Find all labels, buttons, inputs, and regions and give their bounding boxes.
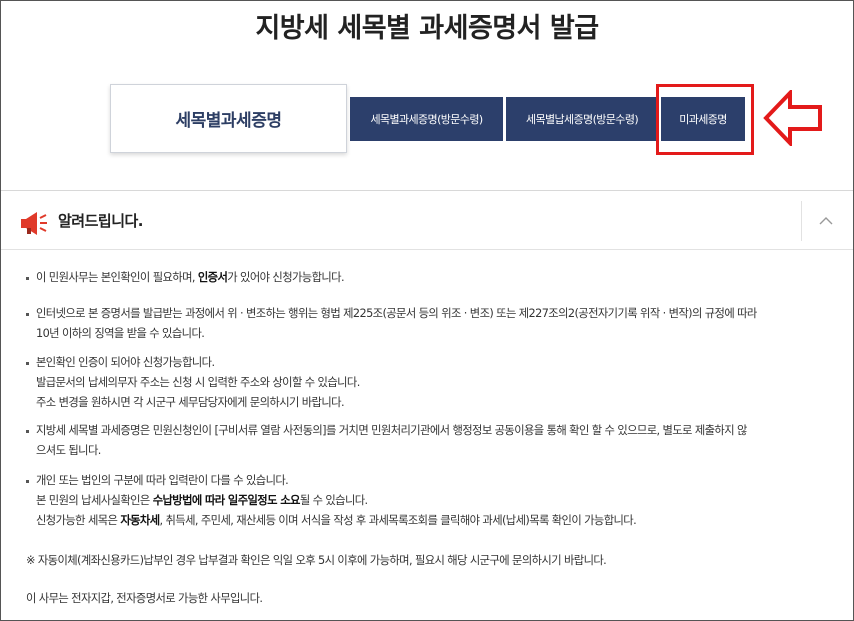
list-item: 이 민원사무는 본인확인이 필요하며, 인증서가 있어야 신청가능합니다. — [26, 268, 345, 288]
list-item: 지방세 세목별 과세증명은 민원신청인이 [구비서류 열람 사전동의]를 거치면… — [26, 421, 747, 461]
left-arrow-icon — [763, 90, 822, 146]
tab-tax-certificate-visit[interactable]: 세목별과세증명(방문수령) — [350, 97, 503, 141]
footnote-text: ※ 자동이체(계좌신용카드)납부인 경우 납부결과 확인은 익일 오후 5시 이… — [26, 554, 607, 567]
tab-tax-payment-certificate-visit[interactable]: 세목별납세증명(방문수령) — [506, 97, 658, 141]
list-item: 인터넷으로 본 증명서를 발급받는 과정에서 위 · 변조하는 행위는 형법 제… — [26, 304, 757, 344]
collapse-button[interactable] — [801, 201, 849, 241]
notice-title: 알려드립니다. — [58, 212, 144, 230]
megaphone-icon — [21, 212, 47, 235]
page-title: 지방세 세목별 과세증명서 발급 — [255, 13, 599, 44]
wallet-notice-text: 이 사무는 전자지갑, 전자증명서로 가능한 사무입니다. — [26, 592, 263, 605]
tab-current-tax-certificate[interactable]: 세목별과세증명 — [110, 84, 347, 153]
highlight-box — [656, 84, 754, 155]
list-item: 개인 또는 법인의 구분에 따라 입력란이 다를 수 있습니다. 본 민원의 납… — [26, 471, 637, 531]
list-item: 본인확인 인증이 되어야 신청가능합니다. 발급문서의 납세의무자 주소는 신청… — [26, 353, 360, 413]
chevron-up-icon — [819, 217, 832, 225]
notice-header: 알려드립니다. — [1, 191, 853, 250]
